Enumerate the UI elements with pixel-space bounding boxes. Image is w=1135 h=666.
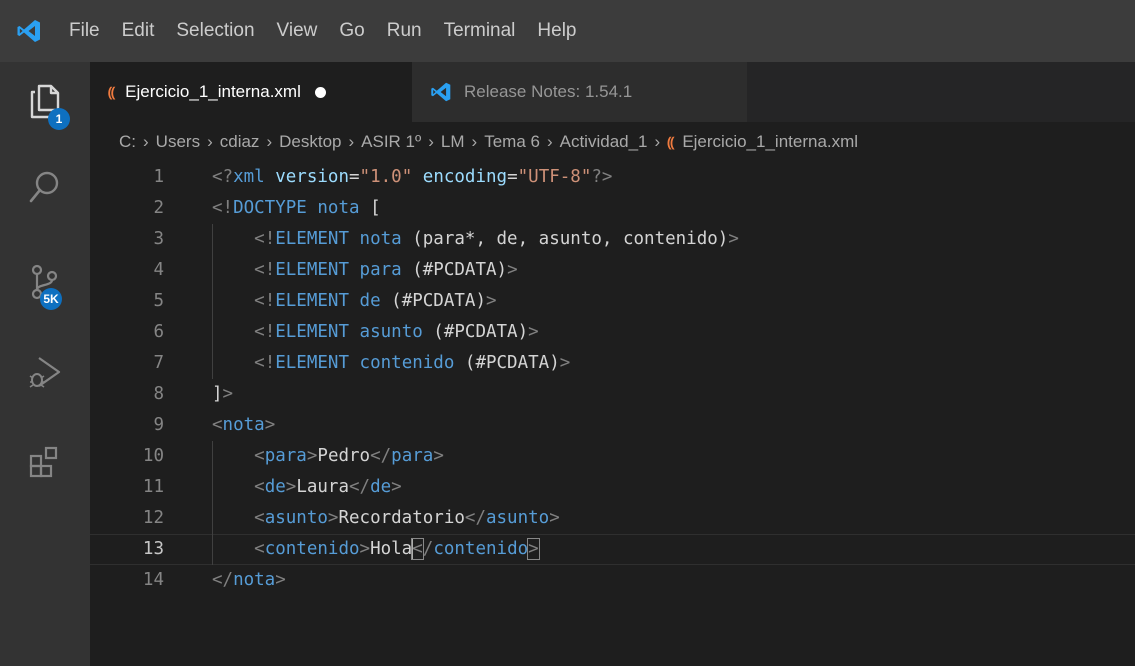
breadcrumb-item[interactable]: ASIR 1º xyxy=(361,132,421,152)
rss-file-icon: ⸨ xyxy=(667,133,675,150)
menu-run[interactable]: Run xyxy=(376,0,433,62)
code-text: <?xml version="1.0" encoding="UTF-8"?> xyxy=(212,167,613,187)
explorer-button[interactable]: 1 xyxy=(0,62,90,142)
run-debug-icon xyxy=(29,357,61,388)
code-line[interactable]: 9 <nota> xyxy=(90,410,1135,441)
code-text: <asunto>Recordatorio</asunto> xyxy=(254,508,560,528)
menu-file[interactable]: File xyxy=(58,0,111,62)
code-text: <!ELEMENT de (#PCDATA)> xyxy=(254,291,497,311)
menu-help[interactable]: Help xyxy=(526,0,587,62)
line-number: 10 xyxy=(142,446,164,466)
rss-file-icon: ⸨ xyxy=(108,83,116,100)
tab-ejercicio-xml[interactable]: ⸨ Ejercicio_1_interna.xml xyxy=(90,62,412,122)
line-number: 12 xyxy=(142,508,164,528)
title-bar: File Edit Selection View Go Run Terminal… xyxy=(0,0,1135,62)
menu-bar: File Edit Selection View Go Run Terminal… xyxy=(58,0,588,62)
chevron-right-icon: › xyxy=(471,132,478,151)
line-number: 2 xyxy=(153,198,164,218)
code-editor[interactable]: 1 <?xml version="1.0" encoding="UTF-8"?> 2… xyxy=(90,162,1135,666)
line-number: 5 xyxy=(153,291,164,311)
tab-bar: ⸨ Ejercicio_1_interna.xml Release Notes:… xyxy=(90,62,1135,122)
menu-edit[interactable]: Edit xyxy=(111,0,166,62)
code-line[interactable]: 5 <!ELEMENT de (#PCDATA)> xyxy=(90,286,1135,317)
breadcrumb-item[interactable]: Tema 6 xyxy=(484,132,540,152)
chevron-right-icon: › xyxy=(207,132,213,151)
vscode-window: File Edit Selection View Go Run Terminal… xyxy=(0,0,1135,666)
vscode-logo-icon xyxy=(0,0,58,62)
code-line[interactable]: 2 <!DOCTYPE nota [ xyxy=(90,193,1135,224)
chevron-right-icon: › xyxy=(546,132,553,151)
breadcrumb-item[interactable]: Actividad_1 xyxy=(560,132,648,152)
breadcrumb-item[interactable]: Users xyxy=(156,132,200,152)
line-number: 1 xyxy=(153,167,164,187)
menu-go[interactable]: Go xyxy=(328,0,375,62)
source-control-badge: 5K xyxy=(40,288,62,310)
code-text: <!ELEMENT para (#PCDATA)> xyxy=(254,260,518,280)
breadcrumb-item[interactable]: Desktop xyxy=(279,132,341,152)
code-text: <nota> xyxy=(212,415,276,435)
line-number: 7 xyxy=(153,353,164,373)
line-number: 9 xyxy=(153,415,164,435)
line-number: 4 xyxy=(153,260,164,280)
breadcrumb-item[interactable]: LM xyxy=(441,132,465,152)
code-text: <de>Laura</de> xyxy=(254,477,402,497)
line-number: 11 xyxy=(142,477,164,497)
code-text: ]> xyxy=(212,384,234,404)
search-button[interactable] xyxy=(0,147,90,227)
tab-release-notes[interactable]: Release Notes: 1.54.1 xyxy=(412,62,747,122)
line-number: 13 xyxy=(142,539,164,559)
code-line[interactable]: 11 <de>Laura</de> xyxy=(90,472,1135,503)
code-text: <!ELEMENT asunto (#PCDATA)> xyxy=(254,322,539,342)
code-text: <!DOCTYPE nota [ xyxy=(212,198,381,218)
unsaved-dot-icon[interactable] xyxy=(314,86,326,98)
breadcrumb-file[interactable]: Ejercicio_1_interna.xml xyxy=(682,132,858,152)
run-debug-button[interactable] xyxy=(0,332,90,412)
code-text: <contenido>Hola</contenido> xyxy=(254,538,540,560)
code-line[interactable]: 4 <!ELEMENT para (#PCDATA)> xyxy=(90,255,1135,286)
extensions-button[interactable] xyxy=(0,422,90,502)
code-line[interactable]: 12 <asunto>Recordatorio</asunto> xyxy=(90,503,1135,534)
code-text: </nota> xyxy=(212,570,286,590)
line-number: 14 xyxy=(142,570,164,590)
search-icon xyxy=(29,171,59,203)
tab-label: Ejercicio_1_interna.xml xyxy=(125,82,301,101)
chevron-right-icon: › xyxy=(654,132,661,151)
breadcrumb-item[interactable]: C: xyxy=(119,132,136,152)
code-line[interactable]: 13 <contenido>Hola</contenido> xyxy=(90,534,1135,565)
breadcrumb-item[interactable]: cdiaz xyxy=(220,132,260,152)
code-line[interactable]: 3 <!ELEMENT nota (para*, de, asunto, con… xyxy=(90,224,1135,255)
chevron-right-icon: › xyxy=(428,132,434,151)
menu-terminal[interactable]: Terminal xyxy=(433,0,527,62)
code-line[interactable]: 14 </nota> xyxy=(90,565,1135,596)
menu-view[interactable]: View xyxy=(266,0,329,62)
activity-bar: 1 5K xyxy=(0,62,90,666)
vscode-tab-icon xyxy=(431,82,451,102)
code-line[interactable]: 10 <para>Pedro</para> xyxy=(90,441,1135,472)
code-text: <!ELEMENT nota (para*, de, asunto, conte… xyxy=(254,229,739,249)
code-line[interactable]: 1 <?xml version="1.0" encoding="UTF-8"?> xyxy=(90,162,1135,193)
code-text: <!ELEMENT contenido (#PCDATA)> xyxy=(254,353,571,373)
code-line[interactable]: 8 ]> xyxy=(90,379,1135,410)
menu-selection[interactable]: Selection xyxy=(165,0,265,62)
chevron-right-icon: › xyxy=(143,132,149,151)
explorer-badge: 1 xyxy=(48,108,70,130)
breadcrumb: C: › Users › cdiaz › Desktop › ASIR 1º ›… xyxy=(90,122,1135,162)
line-number: 8 xyxy=(153,384,164,404)
chevron-right-icon: › xyxy=(266,132,273,151)
code-line[interactable]: 6 <!ELEMENT asunto (#PCDATA)> xyxy=(90,317,1135,348)
source-control-button[interactable]: 5K xyxy=(0,242,90,322)
chevron-right-icon: › xyxy=(348,132,355,151)
tab-label: Release Notes: 1.54.1 xyxy=(464,82,633,101)
code-text: <para>Pedro</para> xyxy=(254,446,444,466)
code-line[interactable]: 7 <!ELEMENT contenido (#PCDATA)> xyxy=(90,348,1135,379)
line-number: 3 xyxy=(153,229,164,249)
line-number: 6 xyxy=(153,322,164,342)
extensions-icon xyxy=(29,446,58,478)
